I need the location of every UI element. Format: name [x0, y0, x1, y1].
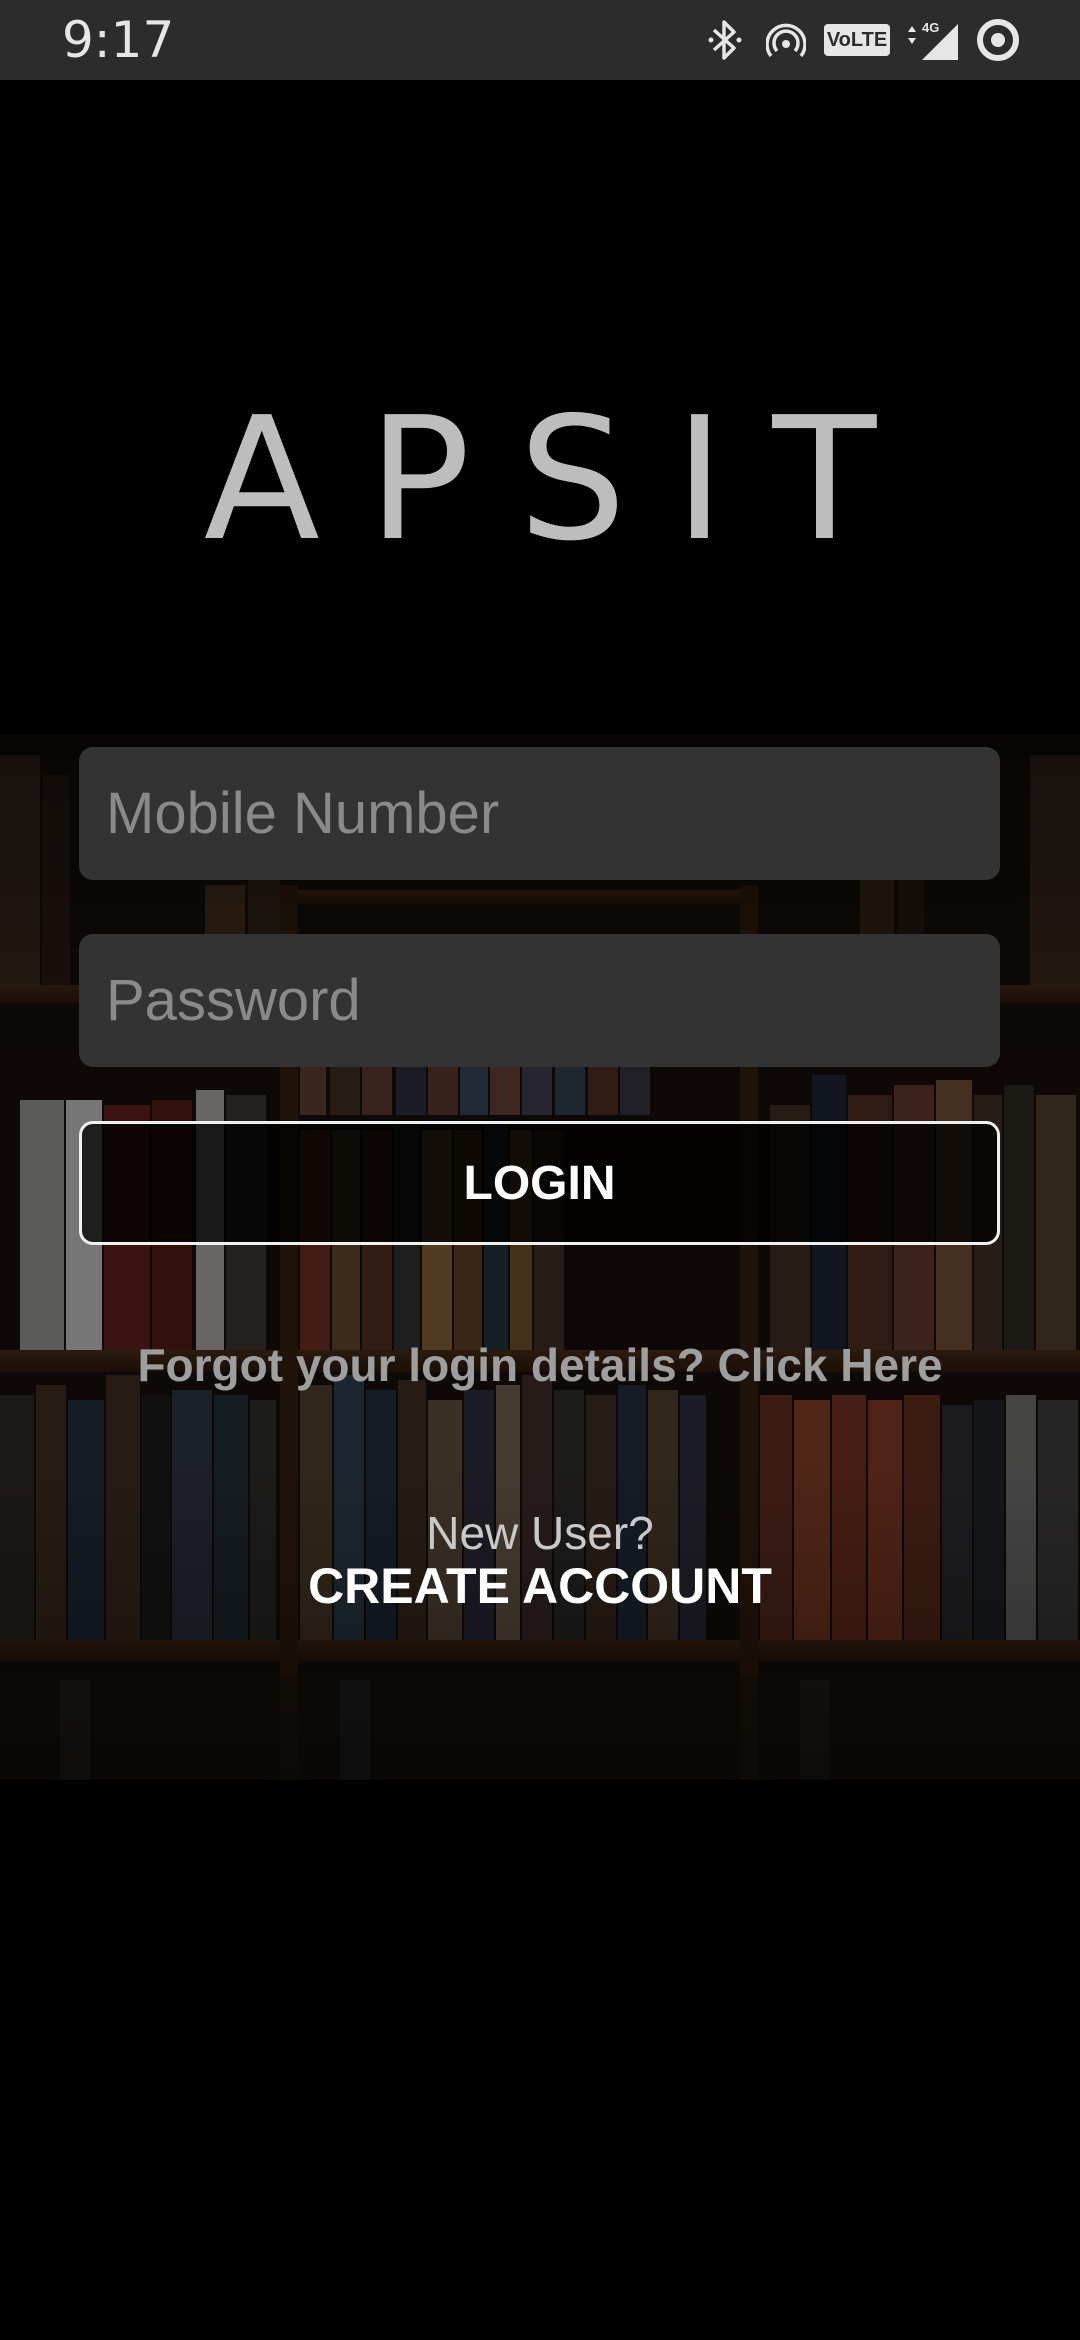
login-button[interactable]: LOGIN	[79, 1121, 1000, 1245]
app-logo-title: APSIT	[203, 381, 925, 579]
password-input[interactable]	[79, 934, 1000, 1067]
mobile-number-input[interactable]	[79, 747, 1000, 880]
login-screen: 9:17 VoLTE 4G APSIT Mobile Number LOGIN …	[0, 0, 1080, 2340]
status-time: 9:17	[62, 11, 175, 69]
4g-signal-icon: 4G	[908, 20, 958, 60]
bookshelf-background	[0, 735, 1080, 1780]
new-user-label: New User?	[426, 1507, 654, 1559]
create-account-link[interactable]: CREATE ACCOUNT	[0, 1556, 1080, 1616]
bluetooth-icon	[708, 20, 742, 60]
volte-icon: VoLTE	[824, 24, 890, 56]
status-bar: 9:17 VoLTE 4G	[0, 0, 1080, 80]
battery-saver-icon	[977, 19, 1019, 61]
network-label: 4G	[922, 20, 939, 35]
forgot-login-link[interactable]: Forgot your login details? Click Here	[0, 1335, 1080, 1395]
hotspot-icon	[766, 23, 806, 58]
volte-label: VoLTE	[826, 29, 888, 51]
background-shade	[0, 735, 1080, 1780]
